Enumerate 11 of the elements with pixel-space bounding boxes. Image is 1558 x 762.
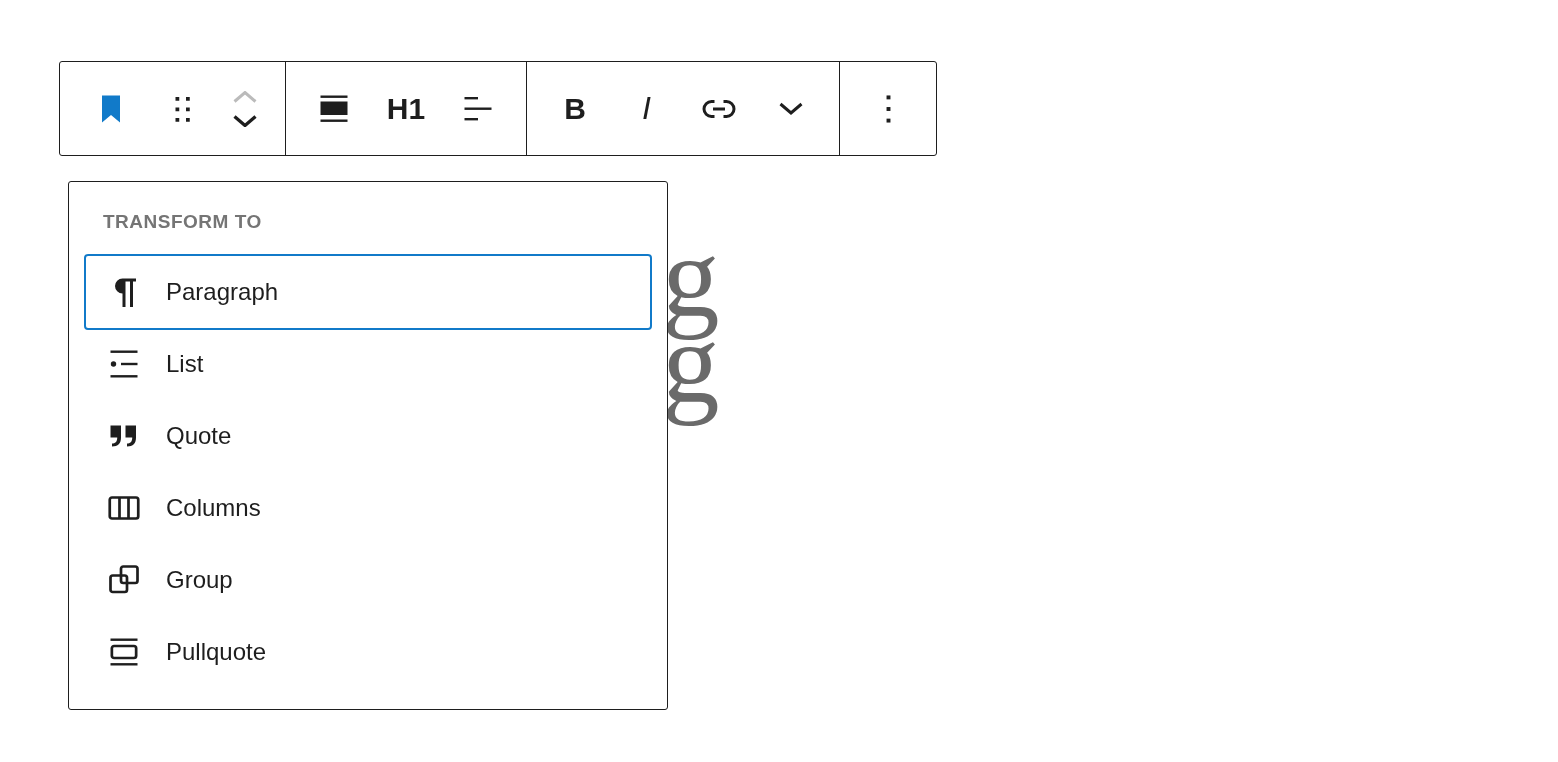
chevron-down-icon	[779, 102, 803, 115]
menu-item[interactable]: Paragraph	[84, 253, 652, 330]
heading-text: g	[662, 256, 721, 342]
bold-button[interactable]: B	[550, 84, 600, 133]
chevron-up-icon	[233, 90, 257, 103]
heading-text: g	[662, 342, 721, 429]
heading-button[interactable]: H1	[381, 84, 431, 133]
italic-button[interactable]: I	[622, 84, 672, 133]
chevron-down-icon	[233, 114, 257, 127]
menu-heading: TRANSFORM TO	[102, 210, 262, 234]
more-options-icon	[885, 94, 891, 123]
